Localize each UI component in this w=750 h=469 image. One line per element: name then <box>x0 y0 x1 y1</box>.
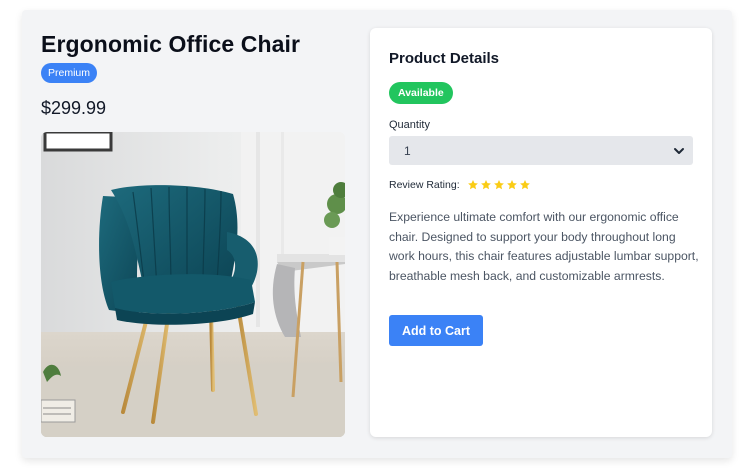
review-rating: Review Rating: <box>389 179 531 191</box>
rating-label: Review Rating: <box>389 179 460 191</box>
product-image <box>41 132 345 437</box>
quantity-select[interactable]: 1 <box>389 136 693 165</box>
star-icon <box>480 180 491 190</box>
chevron-down-icon <box>673 145 685 159</box>
rating-stars <box>467 179 531 191</box>
product-details-card: Product Details Available Quantity 1 Rev… <box>370 28 712 437</box>
product-price: $299.99 <box>41 98 107 118</box>
availability-badge: Available <box>389 82 453 104</box>
star-icon <box>467 180 478 190</box>
star-icon <box>519 180 530 190</box>
details-heading: Product Details <box>389 50 500 67</box>
product-title: Ergonomic Office Chair <box>41 31 301 57</box>
quantity-label: Quantity <box>389 119 430 131</box>
star-icon <box>493 180 504 190</box>
premium-badge: Premium <box>41 63 98 83</box>
quantity-value: 1 <box>404 144 411 158</box>
product-description: Experience ultimate comfort with our erg… <box>389 210 699 283</box>
add-to-cart-button[interactable]: Add to Cart <box>389 315 483 346</box>
star-icon <box>506 180 517 190</box>
